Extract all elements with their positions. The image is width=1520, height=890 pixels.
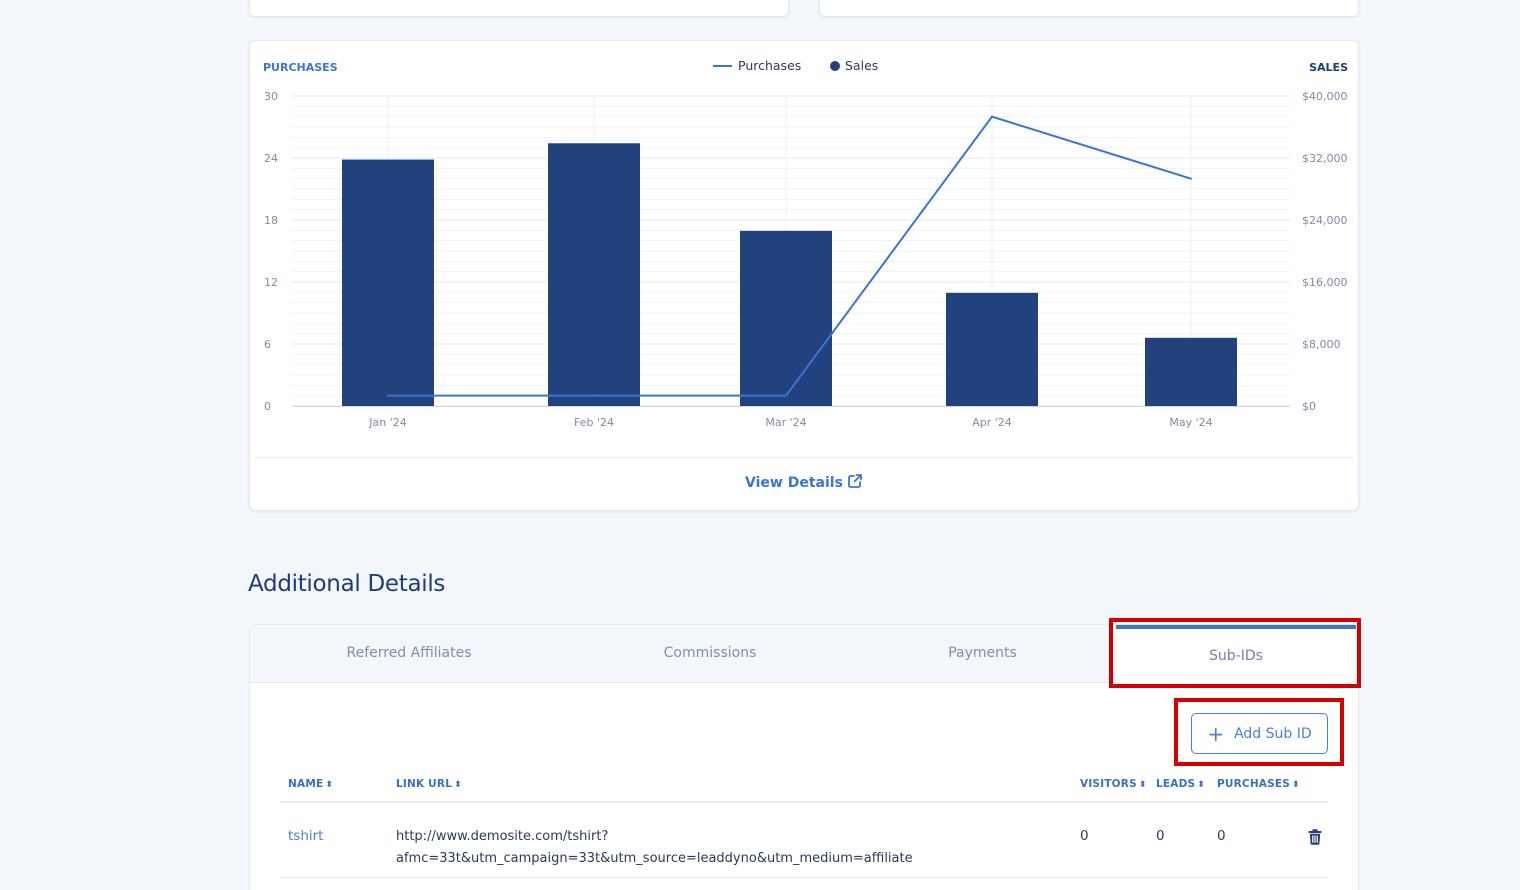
chart-card: PURCHASES SALES 0 6 12 18 24 30 $0 $8,000 $16,000 $… [249,40,1359,511]
sort-icon: ⬍ [1138,780,1147,790]
bar-sales [548,143,640,406]
point-purchases [387,394,389,397]
table-row-divider [280,877,1328,878]
trash-icon[interactable] [1308,829,1322,845]
tab-payments[interactable]: Payments [880,625,1085,683]
sort-icon: ⬍ [1197,780,1206,790]
y-tick-left: 6 [264,338,271,351]
x-tick-label: Jan '24 [368,416,406,429]
y-tick-left: 30 [264,90,278,103]
column-header-leads-label: LEADS [1156,778,1196,790]
y-tick-right: $16,000 [1302,276,1348,289]
table-header-divider [280,801,1328,803]
view-details-label: View Details [745,475,843,491]
y-tick-left: 24 [264,152,278,165]
right-axis-title: SALES [1309,61,1348,74]
column-header-link-url[interactable]: LINK URL ⬍ [396,778,462,790]
sub-id-name[interactable]: tshirt [288,828,323,844]
highlight-box-sub-ids-tab [1109,618,1361,688]
sub-id-link-url-line-1: http://www.demosite.com/tshirt? [396,829,609,844]
x-tick-label: Apr '24 [972,416,1012,429]
sort-icon: ⬍ [454,780,462,790]
column-header-link-url-label: LINK URL [396,778,453,790]
y-tick-left: 12 [264,276,278,289]
column-header-name-label: NAME [288,778,324,790]
summary-card-left [249,0,789,17]
tab-referred-affiliates[interactable]: Referred Affiliates [305,625,513,683]
point-purchases [1190,177,1192,180]
point-purchases [785,394,787,397]
y-tick-right: $32,000 [1302,152,1348,165]
sort-icon: ⬍ [1292,780,1300,790]
column-header-visitors[interactable]: VISITORS ⬍ [1080,778,1147,790]
y-tick-left: 18 [264,214,278,227]
column-header-visitors-label: VISITORS [1080,778,1137,790]
bar-sales [1145,337,1237,406]
tab-commissions[interactable]: Commissions [605,625,815,683]
y-tick-right: $0 [1302,400,1316,413]
sub-id-purchases: 0 [1217,828,1226,844]
sub-id-link-url: http://www.demosite.com/tshirt? afmc=33t… [396,826,913,870]
x-tick-label: Mar '24 [765,416,806,429]
column-header-name[interactable]: NAME ⬍ [288,778,333,790]
x-tick-label: May '24 [1169,416,1212,429]
sub-id-leads: 0 [1156,828,1165,844]
chart-footer-divider [254,457,1354,458]
legend-label-sales: Sales [845,58,878,73]
sub-id-visitors: 0 [1080,828,1089,844]
summary-card-right [819,0,1359,17]
legend-dot-swatch [830,61,840,71]
y-tick-right: $40,000 [1302,90,1348,103]
left-axis-title: PURCHASES [263,61,338,74]
y-tick-right: $24,000 [1302,214,1348,227]
y-tick-left: 0 [264,400,271,413]
point-purchases [991,115,993,118]
view-details-link[interactable]: View Details [250,473,1358,491]
legend-label-purchases: Purchases [738,58,801,73]
highlight-box-add-sub-id [1174,698,1344,766]
point-purchases [593,394,595,397]
bar-sales [946,292,1038,406]
external-link-icon [848,474,862,488]
sort-icon: ⬍ [325,780,334,790]
column-header-leads[interactable]: LEADS ⬍ [1156,778,1205,790]
x-tick-label: Feb '24 [574,416,614,429]
column-header-purchases-label: PURCHASES [1217,778,1291,790]
sub-id-link-url-line-2: afmc=33t&utm_campaign=33t&utm_source=lea… [396,851,913,866]
purchases-sales-chart: PURCHASES SALES 0 6 12 18 24 30 $0 $8,000 $16,000 $… [263,58,1348,429]
bar-sales [342,159,434,406]
y-tick-right: $8,000 [1302,338,1341,351]
section-title: Additional Details [248,571,446,597]
bar-sales [740,230,832,406]
column-header-purchases[interactable]: PURCHASES ⬍ [1217,778,1300,790]
